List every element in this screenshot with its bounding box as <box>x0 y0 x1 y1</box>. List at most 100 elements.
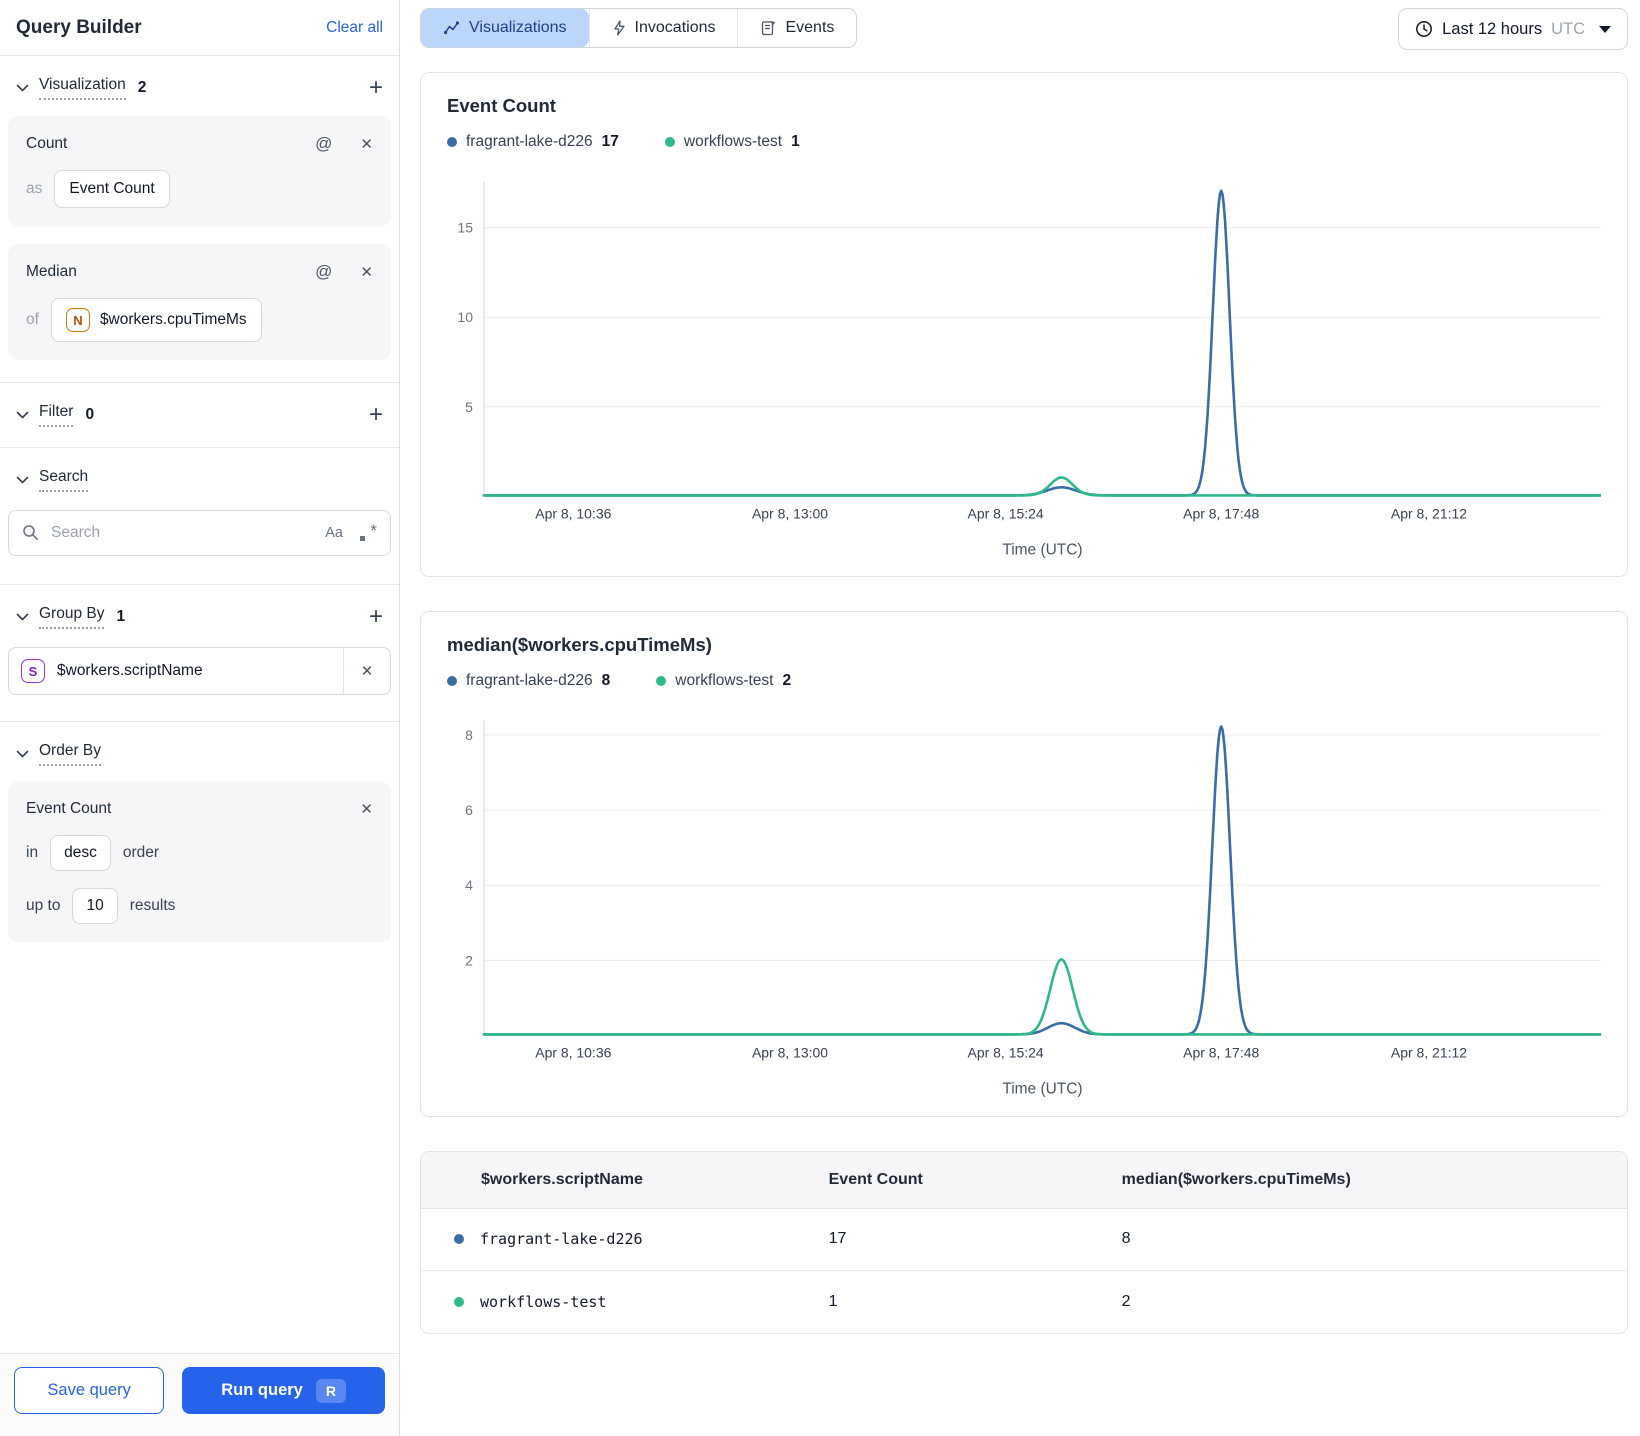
legend-item[interactable]: workflows-test 1 <box>664 133 800 151</box>
svg-text:Time (UTC): Time (UTC) <box>1002 541 1082 558</box>
chart-legend: fragrant-lake-d226 8 workflows-test 2 <box>447 672 1601 690</box>
filter-section: Filter 0 + <box>0 382 399 447</box>
event-count-cell: 1 <box>828 1292 838 1310</box>
time-range-label: Last 12 hours <box>1442 19 1543 38</box>
series-total: 1 <box>791 133 800 150</box>
count-alias-field[interactable]: Event Count <box>54 170 170 208</box>
chart-line-icon <box>443 20 460 36</box>
lightning-icon <box>612 20 626 36</box>
tab-events[interactable]: Events <box>737 9 856 47</box>
series-total: 2 <box>782 672 792 690</box>
limit-input[interactable]: 10 <box>72 888 118 924</box>
match-case-icon[interactable]: Aa <box>325 525 343 541</box>
order-by-section-label[interactable]: Order By <box>39 742 102 766</box>
column-header: $workers.scriptName <box>481 1170 643 1188</box>
results-tab-group: Visualizations Invocations Events <box>420 8 858 48</box>
chevron-down-icon[interactable] <box>16 82 29 94</box>
median-field-selector[interactable]: N $workers.cpuTimeMs <box>50 298 262 342</box>
visualization-section: Visualization 2 + Count @ ✕ as Event Cou… <box>0 56 399 382</box>
mention-icon[interactable]: @ <box>315 134 332 154</box>
svg-text:5: 5 <box>465 399 473 415</box>
search-section: Search Aa * <box>0 447 399 584</box>
add-filter-button[interactable]: + <box>369 403 383 427</box>
chart-title: Event Count <box>447 95 556 116</box>
chevron-down-icon[interactable] <box>16 409 29 421</box>
column-header: median($workers.cpuTimeMs) <box>1121 1170 1351 1188</box>
clear-all-link[interactable]: Clear all <box>326 19 383 37</box>
order-direction-selector[interactable]: desc <box>50 835 111 871</box>
event-count-cell: 17 <box>828 1230 847 1248</box>
tab-visualizations[interactable]: Visualizations <box>421 9 589 47</box>
number-type-icon: N <box>65 308 90 332</box>
event-count-line-chart: 5 10 15 Apr 8, 10:36 Apr 8, 13:00 Apr 8, 15:2… <box>457 180 1601 558</box>
string-type-icon: S <box>21 659 45 683</box>
search-icon <box>22 524 39 541</box>
table-header-row: $workers.scriptName Event Count median($… <box>421 1151 1627 1209</box>
tab-events-label: Events <box>785 19 835 36</box>
search-section-label[interactable]: Search <box>39 468 89 492</box>
series-name: fragrant-lake-d226 <box>466 133 593 150</box>
svg-text:8: 8 <box>465 727 473 743</box>
of-label: of <box>26 311 39 328</box>
tab-visualizations-label: Visualizations <box>469 19 567 36</box>
run-query-button[interactable]: Run query R <box>182 1367 385 1414</box>
series-total: 8 <box>601 672 611 690</box>
table-row[interactable]: workflows-test 1 2 <box>421 1271 1627 1333</box>
timezone-label: UTC <box>1551 19 1585 38</box>
count-visualization-card: Count @ ✕ as Event Count <box>8 116 391 226</box>
median-visualization-card: Median @ ✕ of N $workers.cpuTimeMs <box>8 244 391 360</box>
results-table: $workers.scriptName Event Count median($… <box>420 1150 1628 1334</box>
series-color-dot <box>656 676 667 687</box>
add-group-by-button[interactable]: + <box>369 605 383 629</box>
group-by-section-label[interactable]: Group By <box>39 605 105 629</box>
table-row[interactable]: fragrant-lake-d226 17 8 <box>421 1209 1627 1271</box>
time-range-selector[interactable]: Last 12 hours UTC <box>1398 8 1628 50</box>
series-color-dot <box>454 1234 464 1245</box>
series-color-dot <box>447 137 457 147</box>
tab-invocations[interactable]: Invocations <box>588 9 738 47</box>
results-panel: Visualizations Invocations Events Last 1… <box>401 0 1640 1436</box>
svg-text:Apr 8, 17:48: Apr 8, 17:48 <box>1183 505 1259 521</box>
svg-text:15: 15 <box>457 220 473 236</box>
remove-order-by-icon[interactable]: ✕ <box>360 800 373 818</box>
svg-text:Apr 8, 10:36: Apr 8, 10:36 <box>535 505 611 521</box>
median-cputime-line-chart: 2 4 6 8 Apr 8, 10:36 Apr 8, 13:00 Apr 8, 15:24… <box>465 720 1601 1098</box>
median-cell: 2 <box>1121 1292 1131 1310</box>
median-card-title: Median <box>26 263 77 280</box>
order-by-card: Event Count ✕ in desc order up to 10 res… <box>8 782 391 942</box>
run-shortcut-badge: R <box>315 1378 346 1403</box>
mention-icon[interactable]: @ <box>315 262 332 282</box>
group-by-field[interactable]: S $workers.scriptName ✕ <box>8 647 391 695</box>
remove-median-icon[interactable]: ✕ <box>360 263 373 281</box>
remove-group-by-icon[interactable]: ✕ <box>344 662 390 680</box>
in-label: in <box>26 844 39 861</box>
svg-text:Apr 8, 13:00: Apr 8, 13:00 <box>752 1045 828 1061</box>
chart-title: median($workers.cpuTimeMs) <box>447 634 712 656</box>
chevron-down-icon[interactable] <box>16 748 29 760</box>
chevron-down-icon[interactable] <box>16 611 29 623</box>
svg-text:Apr 8, 21:12: Apr 8, 21:12 <box>1391 1045 1467 1061</box>
event-count-chart-card: Event Count fragrant-lake-d226 17 workfl… <box>420 72 1628 578</box>
median-field-value: $workers.cpuTimeMs <box>99 311 247 328</box>
legend-item[interactable]: workflows-test 2 <box>656 672 791 690</box>
filter-section-label[interactable]: Filter <box>39 403 74 427</box>
series-total: 17 <box>601 133 619 150</box>
script-name-cell: workflows-test <box>480 1292 607 1311</box>
svg-text:Apr 8, 15:24: Apr 8, 15:24 <box>968 505 1044 521</box>
visualization-section-label[interactable]: Visualization <box>39 76 126 100</box>
tab-invocations-label: Invocations <box>634 19 716 36</box>
remove-count-icon[interactable]: ✕ <box>360 135 373 153</box>
svg-text:Apr 8, 15:24: Apr 8, 15:24 <box>968 1045 1044 1061</box>
legend-item[interactable]: fragrant-lake-d226 17 <box>447 133 619 151</box>
regex-icon[interactable]: * <box>359 521 377 542</box>
save-query-button[interactable]: Save query <box>14 1367 165 1414</box>
svg-text:4: 4 <box>465 878 473 894</box>
legend-item[interactable]: fragrant-lake-d226 8 <box>447 672 610 690</box>
chevron-down-icon[interactable] <box>16 474 29 486</box>
page-title: Query Builder <box>16 16 142 38</box>
svg-text:Apr 8, 17:48: Apr 8, 17:48 <box>1183 1045 1259 1061</box>
svg-text:2: 2 <box>465 953 473 969</box>
median-cell: 8 <box>1121 1230 1131 1248</box>
group-by-section: Group By 1 + S $workers.scriptName ✕ <box>0 584 399 721</box>
add-visualization-button[interactable]: + <box>369 76 383 100</box>
